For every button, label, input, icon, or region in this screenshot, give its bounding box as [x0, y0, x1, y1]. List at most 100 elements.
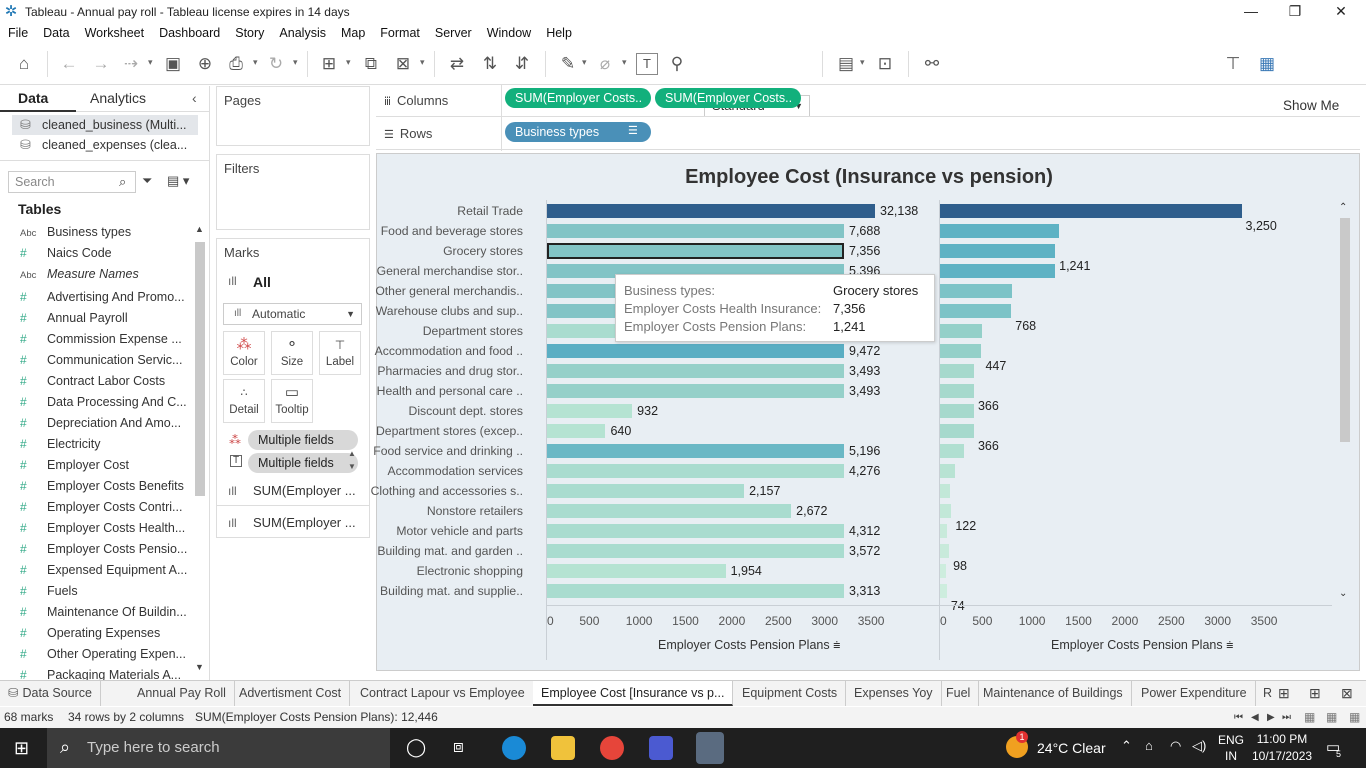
chevron-down-icon[interactable]: ▾ [148, 57, 153, 68]
menu-server[interactable]: Server [435, 26, 472, 40]
bar-mark[interactable] [940, 304, 1012, 318]
field-item[interactable]: # Depreciation And Amo... [16, 413, 188, 434]
bar-mark[interactable] [547, 544, 844, 558]
scroll-up-icon[interactable]: ▲ [195, 224, 204, 234]
chevron-down-icon[interactable]: ⌄ [1339, 588, 1347, 599]
field-item[interactable]: # Annual Payroll [16, 308, 188, 329]
chevron-down-icon[interactable]: ▾ [253, 57, 258, 68]
columns-pill[interactable]: SUM(Employer Costs.. [505, 88, 651, 108]
bar-mark[interactable] [547, 243, 844, 259]
clock-time[interactable]: 11:00 PM [1252, 732, 1312, 746]
app-icon[interactable] [649, 736, 673, 760]
field-item[interactable]: # Communication Servic... [16, 350, 188, 371]
category-label[interactable]: Department stores (excep.. [376, 421, 523, 441]
bar-mark[interactable] [940, 384, 974, 398]
first-sheet-icon[interactable]: ⏮ [1234, 707, 1243, 728]
bar-mark[interactable] [547, 304, 617, 318]
field-item[interactable]: # Maintenance Of Buildin... [16, 602, 188, 623]
category-label[interactable]: Food service and drinking .. [373, 441, 523, 461]
pages-shelf[interactable]: Pages [216, 86, 370, 146]
field-item[interactable]: Abc Business types [16, 222, 188, 243]
weather-text[interactable]: 24°C Clear [1037, 740, 1106, 756]
category-label[interactable]: Accommodation and food .. [375, 341, 523, 361]
bar-mark[interactable] [940, 244, 1056, 258]
tab-sheet[interactable]: R [1255, 681, 1280, 706]
category-label[interactable]: Accommodation services [388, 461, 523, 481]
task-view-icon[interactable]: ⧈ [453, 737, 464, 757]
bar-mark[interactable] [547, 424, 606, 438]
taskbar-search[interactable]: Type here to search [47, 728, 390, 768]
bar-mark[interactable] [940, 424, 974, 438]
menu-story[interactable]: Story [235, 26, 264, 40]
menu-worksheet[interactable]: Worksheet [85, 26, 145, 40]
data-source-item[interactable]: ⛁ cleaned_business (Multi... [12, 115, 198, 135]
pin-icon[interactable]: ⚲ [666, 53, 688, 75]
category-label[interactable]: Pharmacies and drug stor.. [377, 361, 523, 381]
group-members-icon[interactable]: ⌀ [594, 53, 616, 75]
volume-icon[interactable]: ◁) [1192, 738, 1206, 754]
color-button[interactable]: ⁂ Color [223, 331, 265, 375]
field-item[interactable]: # Other Operating Expen... [16, 644, 188, 665]
bar-mark[interactable] [940, 224, 1059, 238]
bar-mark[interactable] [940, 204, 1242, 218]
field-item[interactable]: # Electricity [16, 434, 188, 455]
tab-sheet[interactable]: Fuel [938, 681, 980, 706]
category-label[interactable]: Discount dept. stores [409, 401, 523, 421]
size-button[interactable]: ⚬ Size [271, 331, 313, 375]
bar-mark[interactable] [547, 224, 844, 238]
filter-icon[interactable]: ⏷ [142, 173, 152, 189]
category-label[interactable]: Electronic shopping [417, 561, 523, 581]
chevron-down-icon[interactable]: ▾ [420, 57, 425, 68]
field-item[interactable]: Abc Measure Names [16, 264, 188, 285]
refresh-icon[interactable]: ↻ [265, 53, 287, 75]
chevron-up-icon[interactable]: ⌃ [1121, 738, 1132, 754]
category-label[interactable]: Building mat. and garden .. [377, 541, 523, 561]
tableau-public-icon[interactable]: ⊤ [1222, 53, 1244, 75]
tab-sheet[interactable]: Advertisment Cost [231, 681, 351, 706]
bar-mark[interactable] [940, 524, 948, 538]
tab-sheet[interactable]: Maintenance of Buildings [975, 681, 1132, 706]
field-item[interactable]: # Employer Cost [16, 455, 188, 476]
bar-mark[interactable] [547, 564, 726, 578]
mark-type-select[interactable]: ıll Automatic ▼ [223, 303, 362, 325]
highlight-icon[interactable]: ✎ [557, 53, 579, 75]
measure-tab[interactable]: SUM(Employer ... [253, 483, 356, 498]
menu-window[interactable]: Window [487, 26, 531, 40]
bar-mark[interactable] [547, 204, 875, 218]
last-sheet-icon[interactable]: ⏭ [1282, 707, 1291, 728]
show-filmstrip-icon[interactable]: ▦ [1304, 707, 1315, 728]
chevron-down-icon[interactable]: ▾ [582, 57, 587, 68]
field-item[interactable]: # Fuels [16, 581, 188, 602]
bar-mark[interactable] [940, 504, 952, 518]
view-scrollbar[interactable]: ⌃ ⌄ [1337, 202, 1352, 604]
sort-icon[interactable]: ⩧ [833, 638, 840, 652]
bar-mark[interactable] [547, 504, 792, 518]
field-item[interactable]: # Contract Labor Costs [16, 371, 188, 392]
scrollbar-thumb[interactable] [1340, 218, 1350, 442]
scroll-down-icon[interactable]: ▼ [348, 462, 356, 471]
menu-help[interactable]: Help [546, 26, 572, 40]
tab-sheet[interactable]: Expenses Yoy [846, 681, 942, 706]
redo-icon[interactable]: → [90, 53, 112, 75]
marks-label-pill[interactable]: Multiple fields [248, 453, 358, 473]
bar-mark[interactable] [547, 464, 844, 478]
field-item[interactable]: # Naics Code [16, 243, 188, 264]
tab-sheet[interactable]: Equipment Costs [734, 681, 847, 706]
tab-data-source[interactable]: ⛁ Data Source [0, 681, 101, 706]
network-icon[interactable]: ⌂ [1145, 738, 1153, 753]
menu-analysis[interactable]: Analysis [279, 26, 326, 40]
search-input[interactable]: Search [8, 171, 136, 193]
category-label[interactable]: Motor vehicle and parts [396, 521, 523, 541]
sort-descending-icon[interactable]: ⇵ [511, 53, 533, 75]
replay-icon[interactable]: ⇢ [120, 53, 142, 75]
home-icon[interactable]: ⌂ [13, 53, 35, 75]
cortana-icon[interactable]: ◯ [406, 737, 426, 758]
restore-button[interactable]: ❐ [1272, 0, 1318, 23]
category-label[interactable]: Department stores [423, 321, 523, 341]
new-data-source-icon[interactable]: ⊕ [194, 53, 216, 75]
undo-icon[interactable]: ← [58, 53, 80, 75]
bar-mark[interactable] [547, 444, 844, 458]
new-worksheet-icon[interactable]: ⊞ [318, 53, 340, 75]
view-options-icon[interactable]: ▤ ▾ [167, 173, 189, 189]
category-label[interactable]: Food and beverage stores [381, 221, 523, 241]
